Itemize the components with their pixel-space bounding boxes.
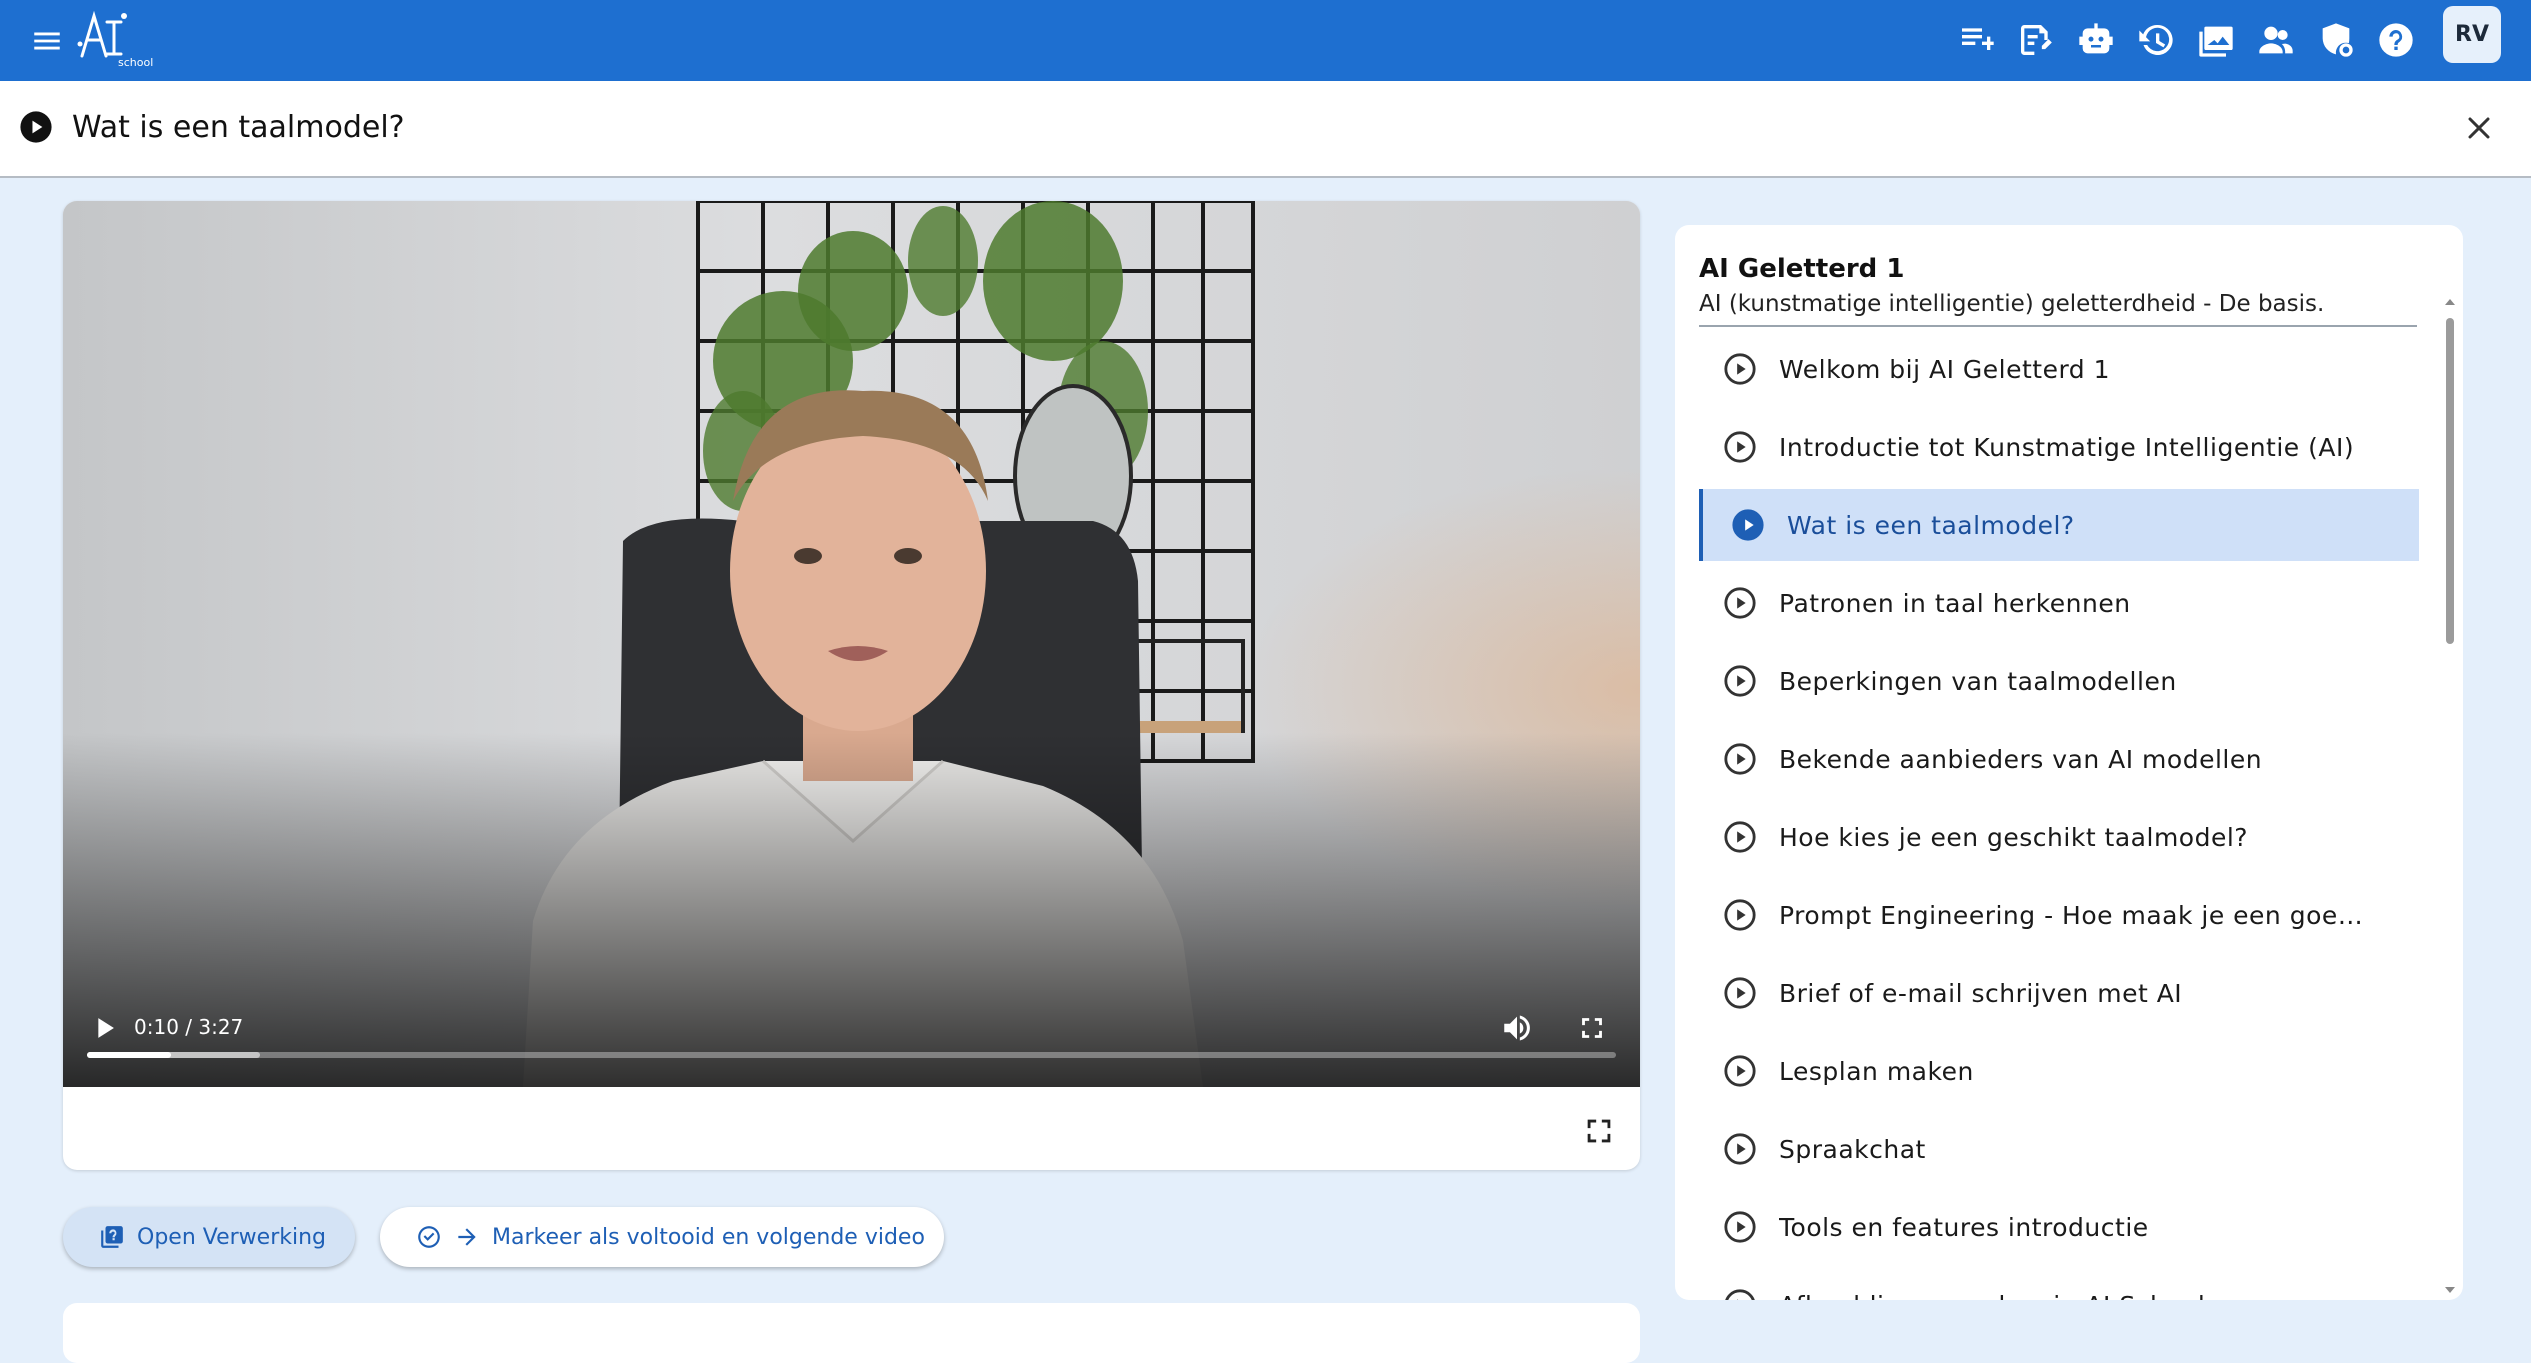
lesson-label: Brief of e-mail schrijven met AI <box>1779 978 2183 1008</box>
lesson-item[interactable]: Hoe kies je een geschikt taalmodel? <box>1699 801 2419 873</box>
menu-icon[interactable] <box>30 24 64 58</box>
lesson-item[interactable]: Brief of e-mail schrijven met AI <box>1699 957 2419 1029</box>
scrollbar-thumb[interactable] <box>2446 318 2454 644</box>
play-circle-icon <box>1724 1211 1756 1243</box>
arrow-right-icon <box>458 1228 476 1246</box>
play-circle-icon <box>1724 1055 1756 1087</box>
robot-icon[interactable] <box>2076 20 2116 60</box>
lesson-label: Tools en features introductie <box>1779 1212 2149 1242</box>
check-circle-icon <box>418 1226 440 1248</box>
open-verwerking-label: Open Verwerking <box>137 1224 327 1250</box>
course-panel: AI Geletterd 1 AI (kunstmatige intellige… <box>1675 225 2463 1300</box>
volume-icon[interactable] <box>1500 1011 1534 1045</box>
lesson-item[interactable]: Spraakchat <box>1699 1113 2419 1185</box>
mark-complete-label: Markeer als voltooid en volgende video <box>492 1224 925 1250</box>
video-player[interactable]: 0:10 / 3:27 <box>63 201 1640 1087</box>
note-edit-icon[interactable] <box>2016 20 2056 60</box>
playlist-add-icon[interactable] <box>1957 20 1997 60</box>
play-circle-icon <box>1724 899 1756 931</box>
lesson-label: Lesplan maken <box>1779 1056 1974 1086</box>
avatar[interactable]: RV <box>2443 6 2501 63</box>
lesson-item[interactable]: Beperkingen van taalmodellen <box>1699 645 2419 717</box>
lesson-item[interactable]: Welkom bij AI Geletterd 1 <box>1699 333 2419 405</box>
play-circle-icon <box>1724 821 1756 853</box>
mark-complete-next-button[interactable]: Markeer als voltooid en volgende video <box>380 1207 944 1267</box>
close-icon[interactable] <box>2461 110 2497 146</box>
history-icon[interactable] <box>2136 20 2176 60</box>
lesson-item[interactable]: Patronen in taal herkennen <box>1699 567 2419 639</box>
quiz-icon <box>101 1226 123 1248</box>
play-circle-icon <box>1724 587 1756 619</box>
image-gallery-icon[interactable] <box>2196 20 2236 60</box>
play-circle-icon <box>1724 353 1756 385</box>
lesson-label: Beperkingen van taalmodellen <box>1779 666 2177 696</box>
lesson-label: Spraakchat <box>1779 1134 1926 1164</box>
lesson-label: Afbeeldingen maken in AI School <box>1779 1291 2205 1301</box>
play-circle-icon <box>1724 977 1756 1009</box>
video-progress-bar[interactable] <box>87 1052 1616 1058</box>
lesson-item[interactable]: Afbeeldingen maken in AI School <box>1699 1269 2419 1300</box>
people-icon[interactable] <box>2256 20 2296 60</box>
scroll-down-arrow-icon[interactable] <box>2443 1282 2457 1296</box>
play-circle-icon <box>1724 665 1756 697</box>
ai-school-logo[interactable]: school <box>74 4 164 70</box>
video-card: 0:10 / 3:27 <box>63 201 1640 1170</box>
app-header: school RV <box>0 0 2531 81</box>
video-frame <box>63 201 1640 1087</box>
svg-text:school: school <box>118 56 153 69</box>
open-verwerking-button[interactable]: Open Verwerking <box>63 1207 355 1267</box>
lesson-label: Introductie tot Kunstmatige Intelligenti… <box>1779 432 2355 462</box>
expand-icon[interactable] <box>1582 1114 1616 1148</box>
lesson-item[interactable]: Tools en features introductie <box>1699 1191 2419 1263</box>
lesson-label: Bekende aanbieders van AI modellen <box>1779 744 2263 774</box>
scroll-up-arrow-icon[interactable] <box>2443 294 2457 308</box>
lesson-label: Prompt Engineering - Hoe maak je een goe… <box>1779 900 2379 930</box>
lesson-item[interactable]: Wat is een taalmodel? <box>1699 489 2419 561</box>
play-icon[interactable] <box>87 1011 121 1045</box>
play-circle-icon <box>1732 509 1764 541</box>
fullscreen-icon[interactable] <box>1575 1011 1609 1045</box>
lesson-item[interactable]: Lesplan maken <box>1699 1035 2419 1107</box>
play-circle-icon <box>19 110 53 144</box>
lesson-label: Wat is een taalmodel? <box>1787 510 2075 540</box>
page-title: Wat is een taalmodel? <box>72 110 405 145</box>
video-progress <box>87 1052 172 1058</box>
play-circle-icon <box>1725 1289 1755 1300</box>
lesson-label: Hoe kies je een geschikt taalmodel? <box>1779 822 2249 852</box>
lesson-list: Welkom bij AI Geletterd 1 Introductie tot… <box>1699 333 2419 1300</box>
course-title: AI Geletterd 1 <box>1699 254 1905 284</box>
lesson-label: Patronen in taal herkennen <box>1779 588 2131 618</box>
help-icon[interactable] <box>2376 20 2416 60</box>
lesson-label: Welkom bij AI Geletterd 1 <box>1779 354 2111 384</box>
course-subtitle: AI (kunstmatige intelligentie) geletterd… <box>1699 291 2325 317</box>
play-circle-icon <box>1724 743 1756 775</box>
play-circle-icon <box>1724 431 1756 463</box>
divider <box>1699 325 2417 327</box>
lesson-item[interactable]: Introductie tot Kunstmatige Intelligenti… <box>1699 411 2419 483</box>
lesson-item[interactable]: Bekende aanbieders van AI modellen <box>1699 723 2419 795</box>
video-time: 0:10 / 3:27 <box>134 1015 244 1039</box>
play-circle-icon <box>1724 1133 1756 1165</box>
lesson-item[interactable]: Prompt Engineering - Hoe maak je een goe… <box>1699 879 2419 951</box>
bottom-content-card <box>63 1303 1640 1363</box>
shield-settings-icon[interactable] <box>2316 20 2356 60</box>
